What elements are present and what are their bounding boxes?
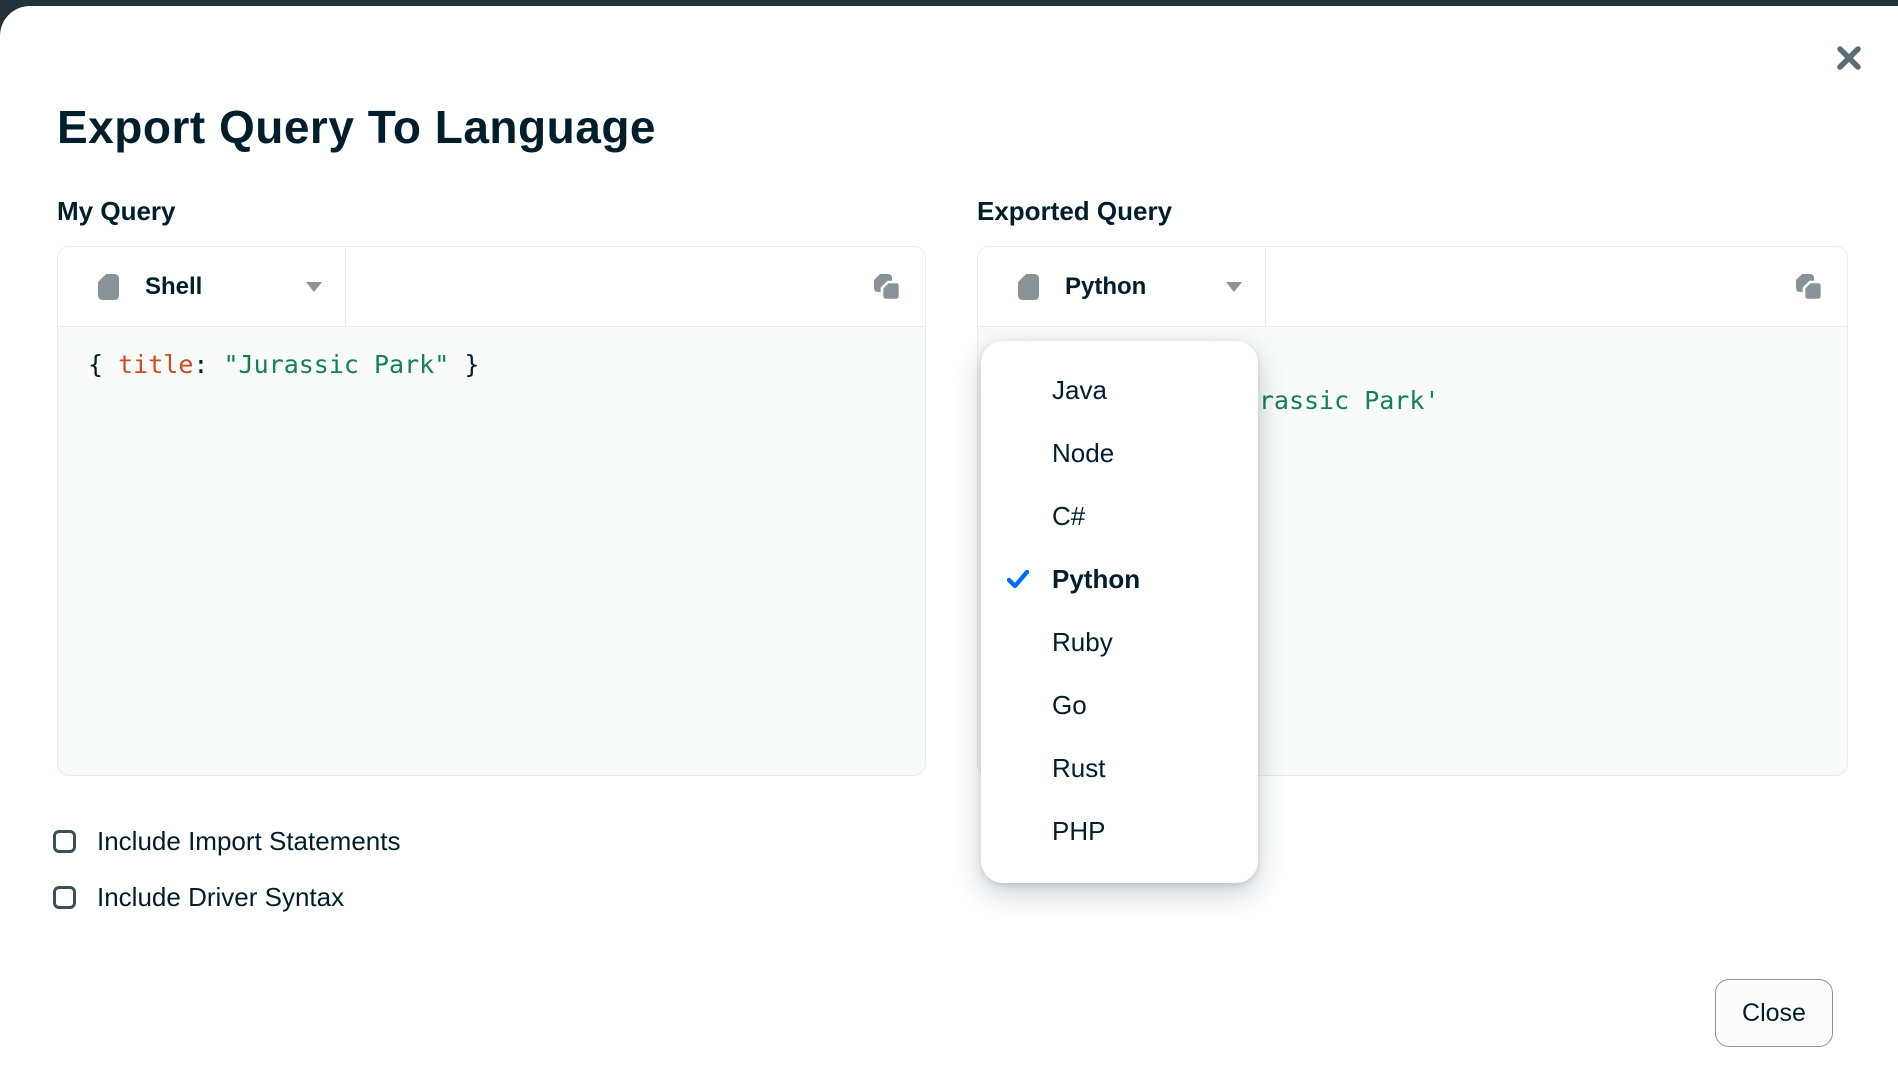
input-language-dropdown-button[interactable]: Shell [58, 247, 346, 326]
menu-item-csharp[interactable]: C# [981, 485, 1258, 548]
my-query-code-editor[interactable]: { title: "Jurassic Park" } [58, 327, 925, 403]
file-code-icon [98, 274, 119, 300]
checkmark-icon [1007, 570, 1029, 588]
menu-item-node[interactable]: Node [981, 422, 1258, 485]
chevron-down-icon [305, 281, 323, 293]
menu-item-label: PHP [1052, 816, 1105, 847]
code-token-key: title [118, 350, 193, 379]
menu-item-label: Ruby [1052, 627, 1113, 658]
code-token-plain: { [88, 350, 118, 379]
checkbox-icon [53, 830, 76, 853]
code-token-plain: } [449, 350, 479, 379]
menu-item-label: Java [1052, 375, 1107, 406]
export-language-label: Python [1065, 273, 1217, 301]
chevron-down-icon [1225, 281, 1243, 293]
menu-item-rust[interactable]: Rust [981, 737, 1258, 800]
checkbox-label: Include Driver Syntax [97, 882, 344, 913]
file-code-icon [1018, 274, 1039, 300]
include-import-statements-checkbox[interactable]: Include Import Statements [53, 826, 400, 857]
menu-item-php[interactable]: PHP [981, 800, 1258, 863]
checkbox-label: Include Import Statements [97, 826, 400, 857]
close-button[interactable]: Close [1715, 979, 1833, 1047]
menu-item-ruby[interactable]: Ruby [981, 611, 1258, 674]
copy-exported-query-button[interactable] [1793, 271, 1827, 305]
exported-query-panel-header: Python [978, 247, 1847, 327]
menu-item-label: Python [1052, 564, 1140, 595]
menu-item-label: Rust [1052, 753, 1105, 784]
export-language-dropdown-button[interactable]: Python [978, 247, 1266, 326]
x-glyph [1836, 45, 1862, 71]
menu-item-label: Node [1052, 438, 1114, 469]
code-token-string: "Jurassic Park" [223, 350, 449, 379]
menu-item-java[interactable]: Java [981, 359, 1258, 422]
copy-query-button[interactable] [871, 271, 905, 305]
my-query-panel-header: Shell [58, 247, 925, 327]
menu-item-python[interactable]: Python [981, 548, 1258, 611]
close-icon[interactable] [1827, 36, 1871, 80]
modal-title: Export Query To Language [57, 100, 656, 154]
my-query-heading: My Query [57, 196, 176, 227]
input-language-label: Shell [145, 273, 297, 301]
export-query-modal: Export Query To Language My Query Export… [0, 6, 1898, 1074]
language-dropdown-menu: Java Node C# Python Ruby Go Rust PHP [981, 341, 1258, 883]
copy-icon [1794, 272, 1826, 304]
menu-item-label: C# [1052, 501, 1085, 532]
exported-query-heading: Exported Query [977, 196, 1172, 227]
menu-item-label: Go [1052, 690, 1087, 721]
code-token-plain: : [193, 350, 223, 379]
include-driver-syntax-checkbox[interactable]: Include Driver Syntax [53, 882, 344, 913]
copy-icon [872, 272, 904, 304]
my-query-panel: Shell { title: "Jurassic Park" } [57, 246, 926, 776]
code-line: { title: "Jurassic Park" } [88, 347, 895, 383]
menu-item-go[interactable]: Go [981, 674, 1258, 737]
checkbox-icon [53, 886, 76, 909]
